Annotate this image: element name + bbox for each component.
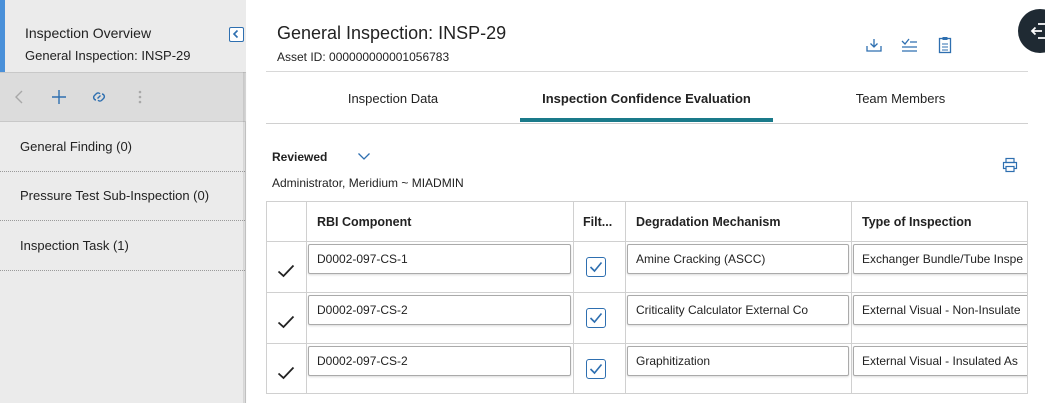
check-icon — [589, 363, 603, 375]
check-icon — [589, 261, 603, 273]
column-header-type-of-inspection[interactable]: Type of Inspection — [862, 202, 972, 242]
asset-id: Asset ID: 000000000001056783 — [277, 50, 450, 64]
link-button[interactable] — [89, 87, 109, 107]
table-row: D0002-097-CS-2 Graphitization External V… — [267, 344, 1027, 393]
sidebar-toolbar — [0, 72, 246, 122]
exit-button[interactable] — [1018, 9, 1045, 53]
chevron-left-icon — [232, 29, 239, 39]
checkmark-icon[interactable] — [277, 315, 295, 329]
more-options-button[interactable] — [130, 87, 150, 107]
evaluation-grid: RBI Component Filt... Degradation Mechan… — [266, 201, 1028, 394]
tab-inspection-confidence-evaluation[interactable]: Inspection Confidence Evaluation — [520, 72, 773, 124]
active-tab-indicator — [520, 118, 773, 122]
back-button[interactable] — [10, 87, 30, 107]
checklist-icon[interactable] — [900, 36, 918, 54]
filter-checkbox[interactable] — [586, 257, 606, 277]
checkmark-icon[interactable] — [277, 366, 295, 380]
sidebar-item-pressure-test[interactable]: Pressure Test Sub-Inspection (0) — [0, 172, 245, 221]
page-title: General Inspection: INSP-29 — [277, 23, 507, 43]
table-row: D0002-097-CS-2 Criticality Calculator Ex… — [267, 293, 1027, 344]
filter-dropdown-value[interactable]: Reviewed — [272, 150, 327, 164]
sidebar-subtitle: General Inspection: INSP-29 — [25, 48, 191, 63]
tab-inspection-data[interactable]: Inspection Data — [266, 72, 520, 124]
tab-bar: Inspection Data Inspection Confidence Ev… — [266, 72, 1028, 124]
download-icon[interactable] — [865, 36, 883, 54]
sidebar-item-general-finding[interactable]: General Finding (0) — [0, 122, 245, 172]
column-header-filter[interactable]: Filt... — [583, 202, 612, 242]
grid-header: RBI Component Filt... Degradation Mechan… — [267, 202, 1027, 242]
checkmark-icon[interactable] — [277, 264, 295, 278]
exit-icon — [1030, 23, 1045, 39]
print-icon[interactable] — [1002, 157, 1018, 173]
sidebar-item-inspection-task[interactable]: Inspection Task (1) — [0, 221, 245, 271]
main-panel: General Inspection: INSP-29 Asset ID: 00… — [247, 0, 1045, 403]
column-header-degradation-mechanism[interactable]: Degradation Mechanism — [636, 202, 780, 242]
add-button[interactable] — [49, 87, 69, 107]
sidebar-list: General Finding (0) Pressure Test Sub-In… — [0, 122, 246, 403]
degradation-mechanism-field[interactable]: Graphitization — [627, 346, 849, 376]
inspection-type-field[interactable]: Exchanger Bundle/Tube Inspe — [853, 244, 1027, 274]
tab-team-members[interactable]: Team Members — [773, 72, 1028, 124]
inspection-type-field[interactable]: External Visual - Non-Insulate — [853, 295, 1027, 325]
app-root: Inspection Overview General Inspection: … — [0, 0, 1045, 403]
sidebar-title: Inspection Overview — [25, 25, 152, 41]
collapse-sidebar-button[interactable] — [229, 27, 244, 42]
degradation-mechanism-field[interactable]: Amine Cracking (ASCC) — [627, 244, 849, 274]
user-label: Administrator, Meridium ~ MIADMIN — [272, 176, 464, 190]
rbi-component-field[interactable]: D0002-097-CS-1 — [308, 244, 571, 274]
filter-checkbox[interactable] — [586, 359, 606, 379]
clipboard-icon[interactable] — [936, 36, 954, 54]
sidebar: Inspection Overview General Inspection: … — [0, 0, 247, 403]
column-header-rbi-component[interactable]: RBI Component — [317, 202, 411, 242]
rbi-component-field[interactable]: D0002-097-CS-2 — [308, 346, 571, 376]
inspection-type-field[interactable]: External Visual - Insulated As — [853, 346, 1027, 376]
sidebar-header[interactable]: Inspection Overview General Inspection: … — [0, 0, 246, 72]
degradation-mechanism-field[interactable]: Criticality Calculator External Co — [627, 295, 849, 325]
chevron-down-icon[interactable] — [357, 151, 371, 161]
check-icon — [589, 312, 603, 324]
rbi-component-field[interactable]: D0002-097-CS-2 — [308, 295, 571, 325]
filter-checkbox[interactable] — [586, 308, 606, 328]
table-row: D0002-097-CS-1 Amine Cracking (ASCC) Exc… — [267, 242, 1027, 293]
